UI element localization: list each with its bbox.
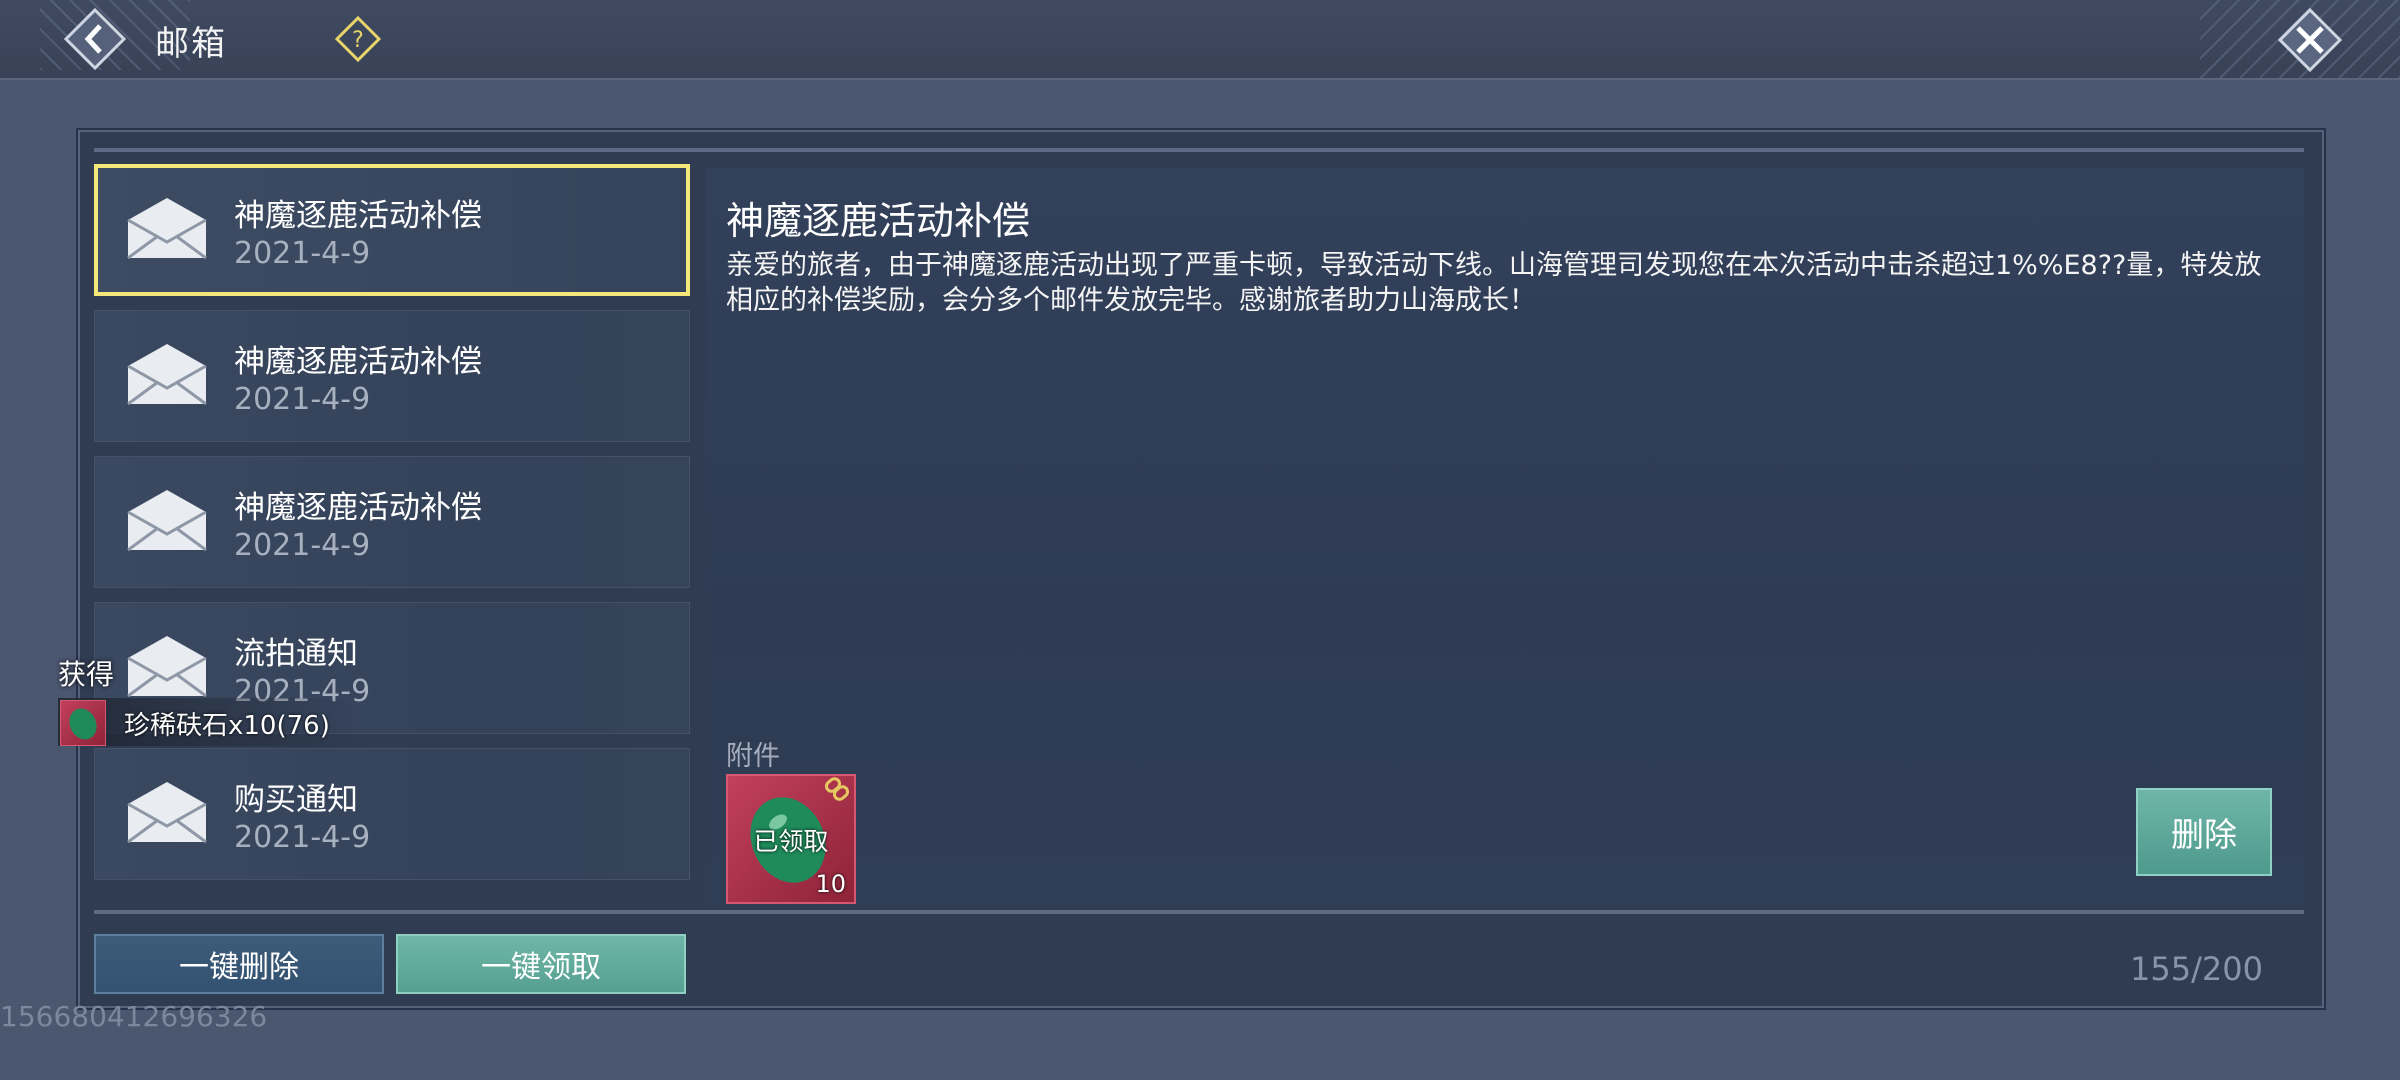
question-mark-icon: ? [334, 15, 382, 63]
mail-item[interactable]: 神魔逐鹿活动补偿 2021-4-9 [94, 456, 690, 588]
green-stone-icon [60, 700, 106, 746]
mail-item[interactable]: 神魔逐鹿活动补偿 2021-4-9 [94, 164, 690, 296]
close-x-icon [2277, 7, 2343, 73]
mail-item[interactable]: 神魔逐鹿活动补偿 2021-4-9 [94, 310, 690, 442]
claim-all-button[interactable]: 一键领取 [396, 934, 686, 994]
mail-title: 神魔逐鹿活动补偿 [234, 198, 482, 234]
envelope-icon [127, 344, 207, 406]
envelope-icon [127, 636, 207, 698]
user-id: 156680412696326 [0, 1000, 268, 1033]
envelope-icon [127, 198, 207, 260]
toast-label: 获得 [58, 658, 115, 691]
mail-title: 购买通知 [234, 782, 358, 818]
divider [94, 148, 2304, 152]
mail-date: 2021-4-9 [234, 528, 371, 563]
detail-body: 亲爱的旅者，由于神魔逐鹿活动出现了严重卡顿，导致活动下线。山海管理司发现您在本次… [726, 250, 2262, 316]
mail-detail: 神魔逐鹿活动补偿 亲爱的旅者，由于神魔逐鹿活动出现了严重卡顿，导致活动下线。山海… [706, 168, 2304, 904]
attachment-item[interactable]: 已领取 10 [726, 774, 856, 904]
mail-date: 2021-4-9 [234, 820, 371, 855]
mail-date: 2021-4-9 [234, 236, 371, 271]
mail-title: 神魔逐鹿活动补偿 [234, 490, 482, 526]
envelope-icon [127, 782, 207, 844]
mail-list[interactable]: 神魔逐鹿活动补偿 2021-4-9 神魔逐鹿活动补偿 2021-4-9 神魔逐鹿… [94, 164, 692, 884]
claimed-label: 已领取 [753, 827, 829, 856]
mail-counter: 155/200 [2130, 950, 2263, 988]
back-button[interactable] [64, 8, 126, 70]
envelope-icon [127, 490, 207, 552]
delete-all-button[interactable]: 一键删除 [94, 934, 384, 994]
divider [94, 910, 2304, 914]
detail-title: 神魔逐鹿活动补偿 [726, 199, 1031, 243]
chain-link-icon [824, 777, 850, 801]
mail-date: 2021-4-9 [234, 382, 371, 417]
reward-toast: 珍稀砆石x10(76) [58, 698, 358, 746]
mail-item[interactable]: 购买通知 2021-4-9 [94, 748, 690, 880]
attachment-label: 附件 [726, 741, 780, 772]
mail-title: 流拍通知 [234, 636, 358, 672]
help-button[interactable]: ? [334, 15, 382, 63]
toast-item-text: 珍稀砆石x10(76) [124, 711, 330, 741]
close-button[interactable] [2277, 7, 2343, 73]
mail-title: 神魔逐鹿活动补偿 [234, 344, 482, 380]
svg-text:?: ? [352, 28, 364, 53]
page-title: 邮箱 [155, 24, 227, 64]
delete-button[interactable]: 删除 [2136, 788, 2272, 876]
attachment-count: 10 [815, 870, 846, 898]
back-arrow-icon [64, 8, 126, 70]
